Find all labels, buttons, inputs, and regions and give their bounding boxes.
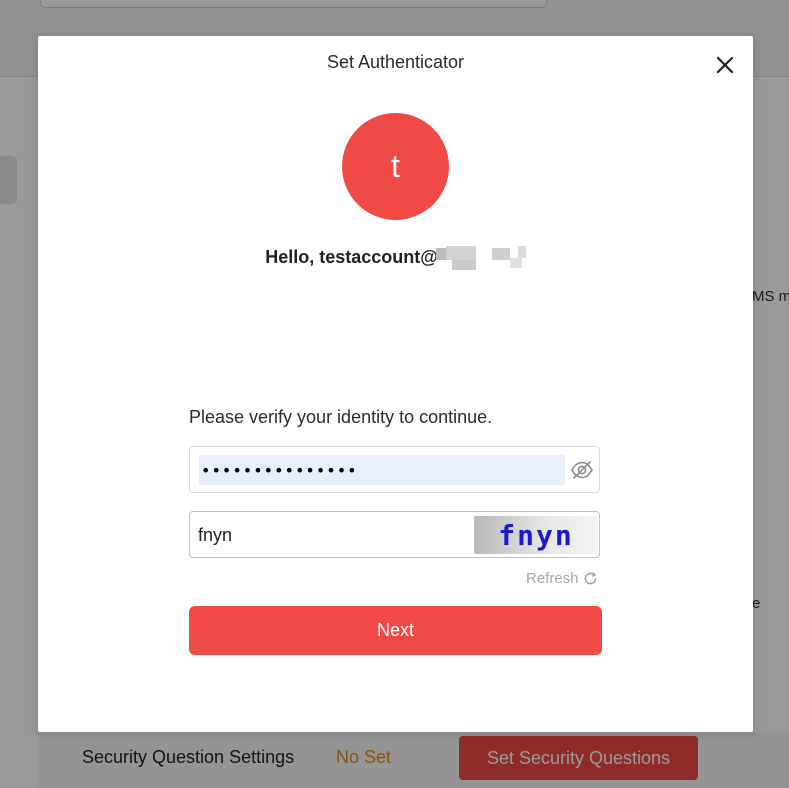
greeting-line: Hello, testaccount@ (38, 244, 753, 272)
verify-identity-prompt: Please verify your identity to continue. (189, 407, 493, 427)
set-authenticator-dialog: Set Authenticator t Hello, testaccount@ … (38, 36, 753, 732)
password-visibility-toggle[interactable] (570, 459, 594, 481)
next-button[interactable]: Next (189, 606, 602, 655)
captcha-code: fnyn (498, 518, 574, 552)
dialog-title: Set Authenticator (326, 52, 465, 72)
close-icon (716, 56, 734, 74)
captcha-input[interactable] (198, 520, 468, 550)
greeting-text: Hello, testaccount@ (265, 246, 438, 267)
password-field (189, 446, 600, 493)
avatar: t (342, 113, 449, 220)
eye-off-icon (571, 461, 593, 479)
redacted-email-domain (435, 244, 526, 272)
captcha-field: fnyn (189, 511, 600, 558)
refresh-icon (584, 572, 596, 585)
close-button[interactable] (713, 53, 737, 77)
refresh-captcha-link[interactable]: Refresh (526, 570, 598, 587)
refresh-label: Refresh (526, 570, 579, 587)
password-input[interactable] (199, 455, 565, 485)
captcha-image[interactable]: fnyn (474, 516, 598, 554)
